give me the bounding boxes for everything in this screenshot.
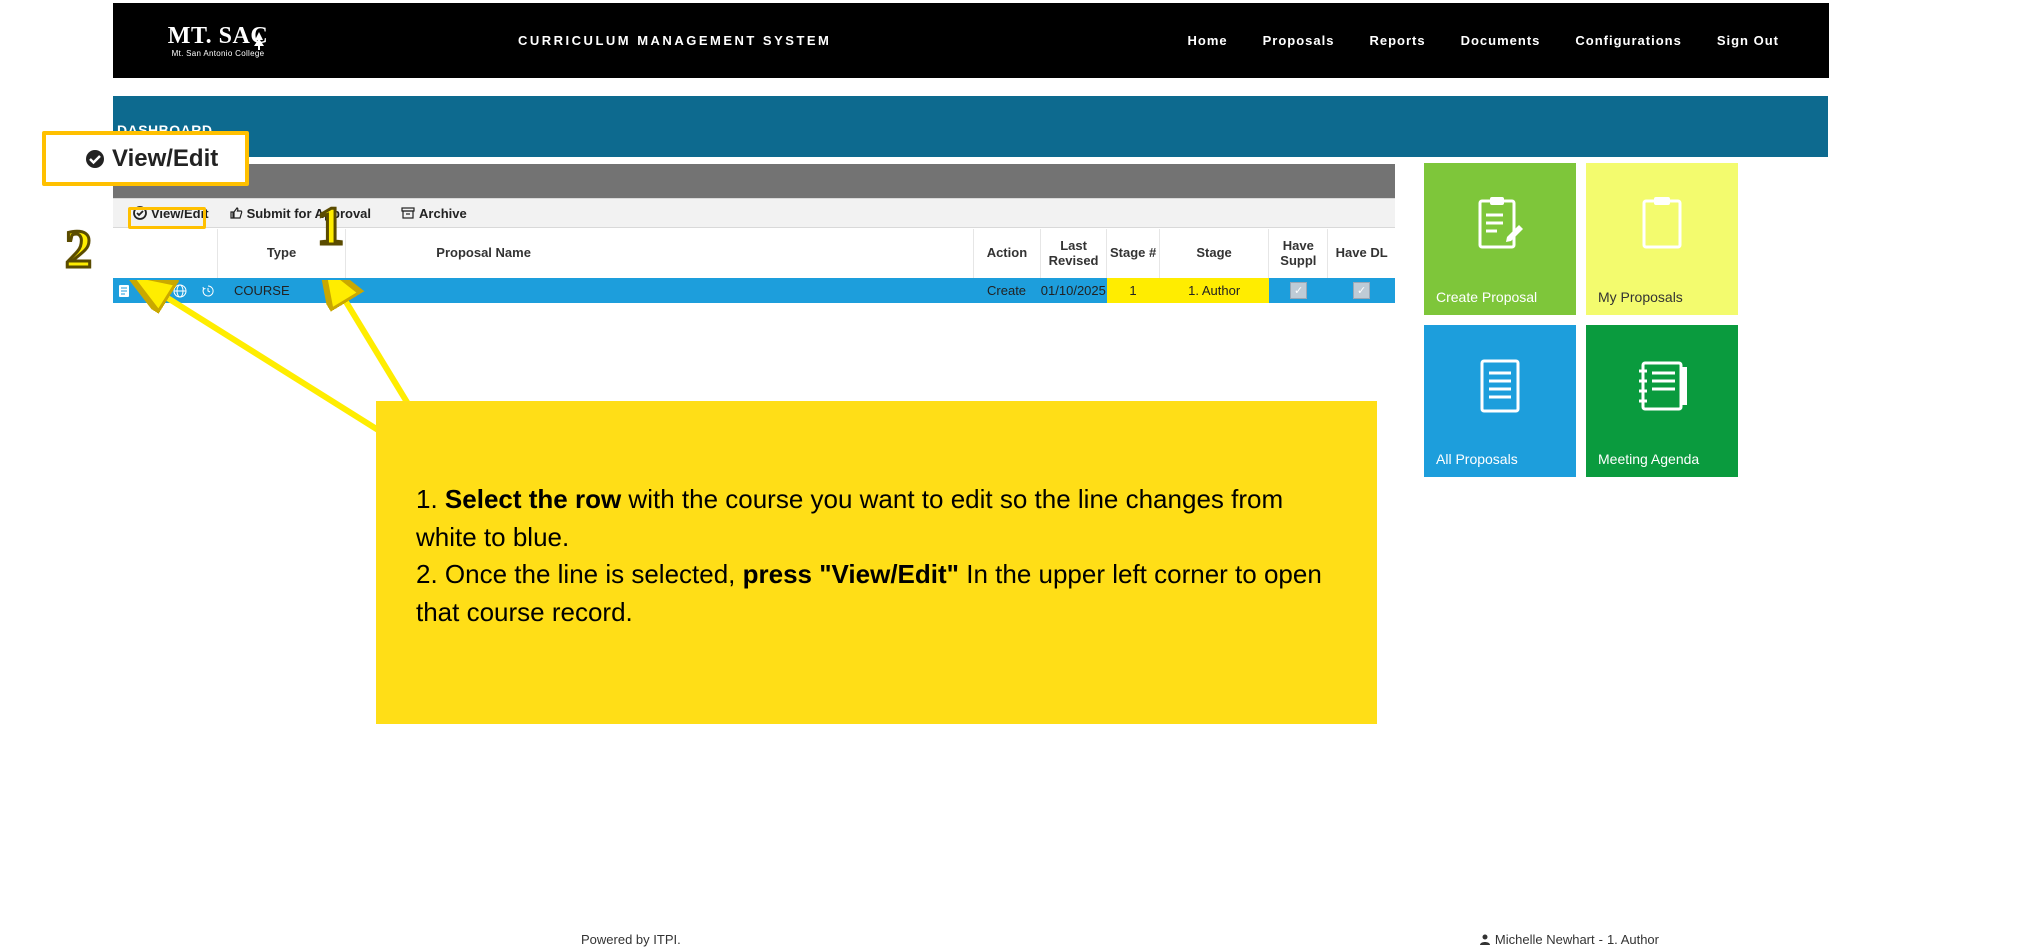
archive-label: Archive [419, 206, 467, 221]
top-nav-bar: MT. SAC Mt. San Antonio College CURRICUL… [113, 3, 1829, 78]
check-circle-icon [84, 148, 106, 170]
row-have-dl: ✓ [1328, 278, 1395, 303]
print-icon[interactable] [145, 284, 159, 298]
instruction-line-2: 2. Once the line is selected, press "Vie… [416, 556, 1327, 631]
notebook-icon [1635, 359, 1689, 413]
callout-toolbar-highlight [128, 207, 206, 229]
panel-header-strip [113, 164, 1395, 198]
dashboard-tiles: Create Proposal My Proposals All Proposa… [1424, 163, 1738, 477]
annotation-number-2: 2 [65, 222, 92, 276]
footer-powered-by: Powered by ITPI. [581, 932, 681, 947]
clipboard-icon [1639, 195, 1685, 253]
thumbs-up-icon [229, 206, 243, 220]
footer-user-block: Michelle Newhart - 1. Author [1479, 932, 1659, 947]
footer-sep: - [1599, 932, 1603, 947]
tile-my-proposals[interactable]: My Proposals [1586, 163, 1738, 315]
tile-agenda-label: Meeting Agenda [1598, 451, 1699, 467]
nav-signout[interactable]: Sign Out [1717, 33, 1779, 48]
footer: Powered by ITPI. Michelle Newhart - 1. A… [113, 928, 1829, 949]
tile-meeting-agenda[interactable]: Meeting Agenda [1586, 325, 1738, 477]
row-last-revised: 01/10/2025 [1040, 278, 1107, 303]
document-lines-icon [1478, 359, 1522, 413]
app-title: CURRICULUM MANAGEMENT SYSTEM [518, 33, 831, 48]
nav-home[interactable]: Home [1187, 33, 1227, 48]
footer-user-role: 1. Author [1607, 932, 1659, 947]
col-action[interactable]: Action [974, 229, 1041, 278]
instr-1-bold: Select the row [445, 484, 621, 514]
globe-icon[interactable] [173, 284, 187, 298]
submit-approval-label: Submit for Approval [247, 206, 371, 221]
callout-viewedit-box: View/Edit [42, 131, 249, 186]
logo-tree-icon [249, 32, 269, 50]
toolbar: View/Edit Submit for Approval Archive [113, 198, 1395, 228]
tile-all-label: All Proposals [1436, 451, 1518, 467]
archive-icon [401, 206, 415, 220]
instr-2-bold: press "View/Edit" [743, 559, 959, 589]
tile-my-label: My Proposals [1598, 289, 1683, 305]
row-action: Create [973, 278, 1040, 303]
col-icons [113, 229, 218, 278]
col-last-revised[interactable]: Last Revised [1041, 229, 1108, 278]
brand-subtitle: Mt. San Antonio College [172, 50, 265, 58]
col-stage-number[interactable]: Stage # [1107, 229, 1159, 278]
annotation-number-1: 1 [317, 199, 344, 253]
nav-config[interactable]: Configurations [1575, 33, 1681, 48]
nav-documents[interactable]: Documents [1461, 33, 1541, 48]
document-icon[interactable] [117, 284, 131, 298]
tile-create-proposal[interactable]: Create Proposal [1424, 163, 1576, 315]
footer-user-name: Michelle Newhart [1495, 932, 1595, 947]
row-type: COURSE [218, 278, 348, 303]
history-icon[interactable] [201, 284, 215, 298]
instructions-callout: 1. Select the row with the course you wa… [376, 401, 1377, 724]
instr-1-prefix: 1. [416, 484, 445, 514]
callout-viewedit-label: View/Edit [112, 145, 218, 173]
user-icon [1479, 933, 1491, 945]
tile-create-label: Create Proposal [1436, 289, 1537, 305]
instr-2-prefix: 2. Once the line is selected, [416, 559, 743, 589]
nav-proposals[interactable]: Proposals [1263, 33, 1335, 48]
row-stage: 1. Author [1159, 278, 1269, 303]
col-have-dl[interactable]: Have DL [1328, 229, 1395, 278]
row-icon-cell [113, 278, 218, 303]
dashboard-bar: DASHBOARD [113, 96, 1828, 157]
submit-approval-button[interactable]: Submit for Approval [229, 206, 371, 221]
nav-reports[interactable]: Reports [1369, 33, 1425, 48]
row-name [348, 278, 974, 303]
tile-all-proposals[interactable]: All Proposals [1424, 325, 1576, 477]
brand-logo: MT. SAC Mt. San Antonio College [113, 24, 323, 58]
table-header: Type Proposal Name Action Last Revised S… [113, 229, 1395, 279]
col-stage[interactable]: Stage [1160, 229, 1270, 278]
checked-icon: ✓ [1353, 282, 1370, 299]
row-stage-number: 1 [1107, 278, 1160, 303]
archive-button[interactable]: Archive [401, 206, 467, 221]
clipboard-pencil-icon [1475, 195, 1525, 253]
checked-icon: ✓ [1290, 282, 1307, 299]
instruction-line-1: 1. Select the row with the course you wa… [416, 481, 1327, 556]
col-name[interactable]: Proposal Name [346, 229, 974, 278]
row-have-suppl: ✓ [1269, 278, 1328, 303]
table-row[interactable]: COURSE Create 01/10/2025 1 1. Author ✓ ✓ [113, 278, 1395, 303]
nav-links: Home Proposals Reports Documents Configu… [1187, 33, 1779, 48]
col-name-label: Proposal Name [436, 246, 531, 260]
col-have-suppl[interactable]: Have Suppl [1269, 229, 1328, 278]
